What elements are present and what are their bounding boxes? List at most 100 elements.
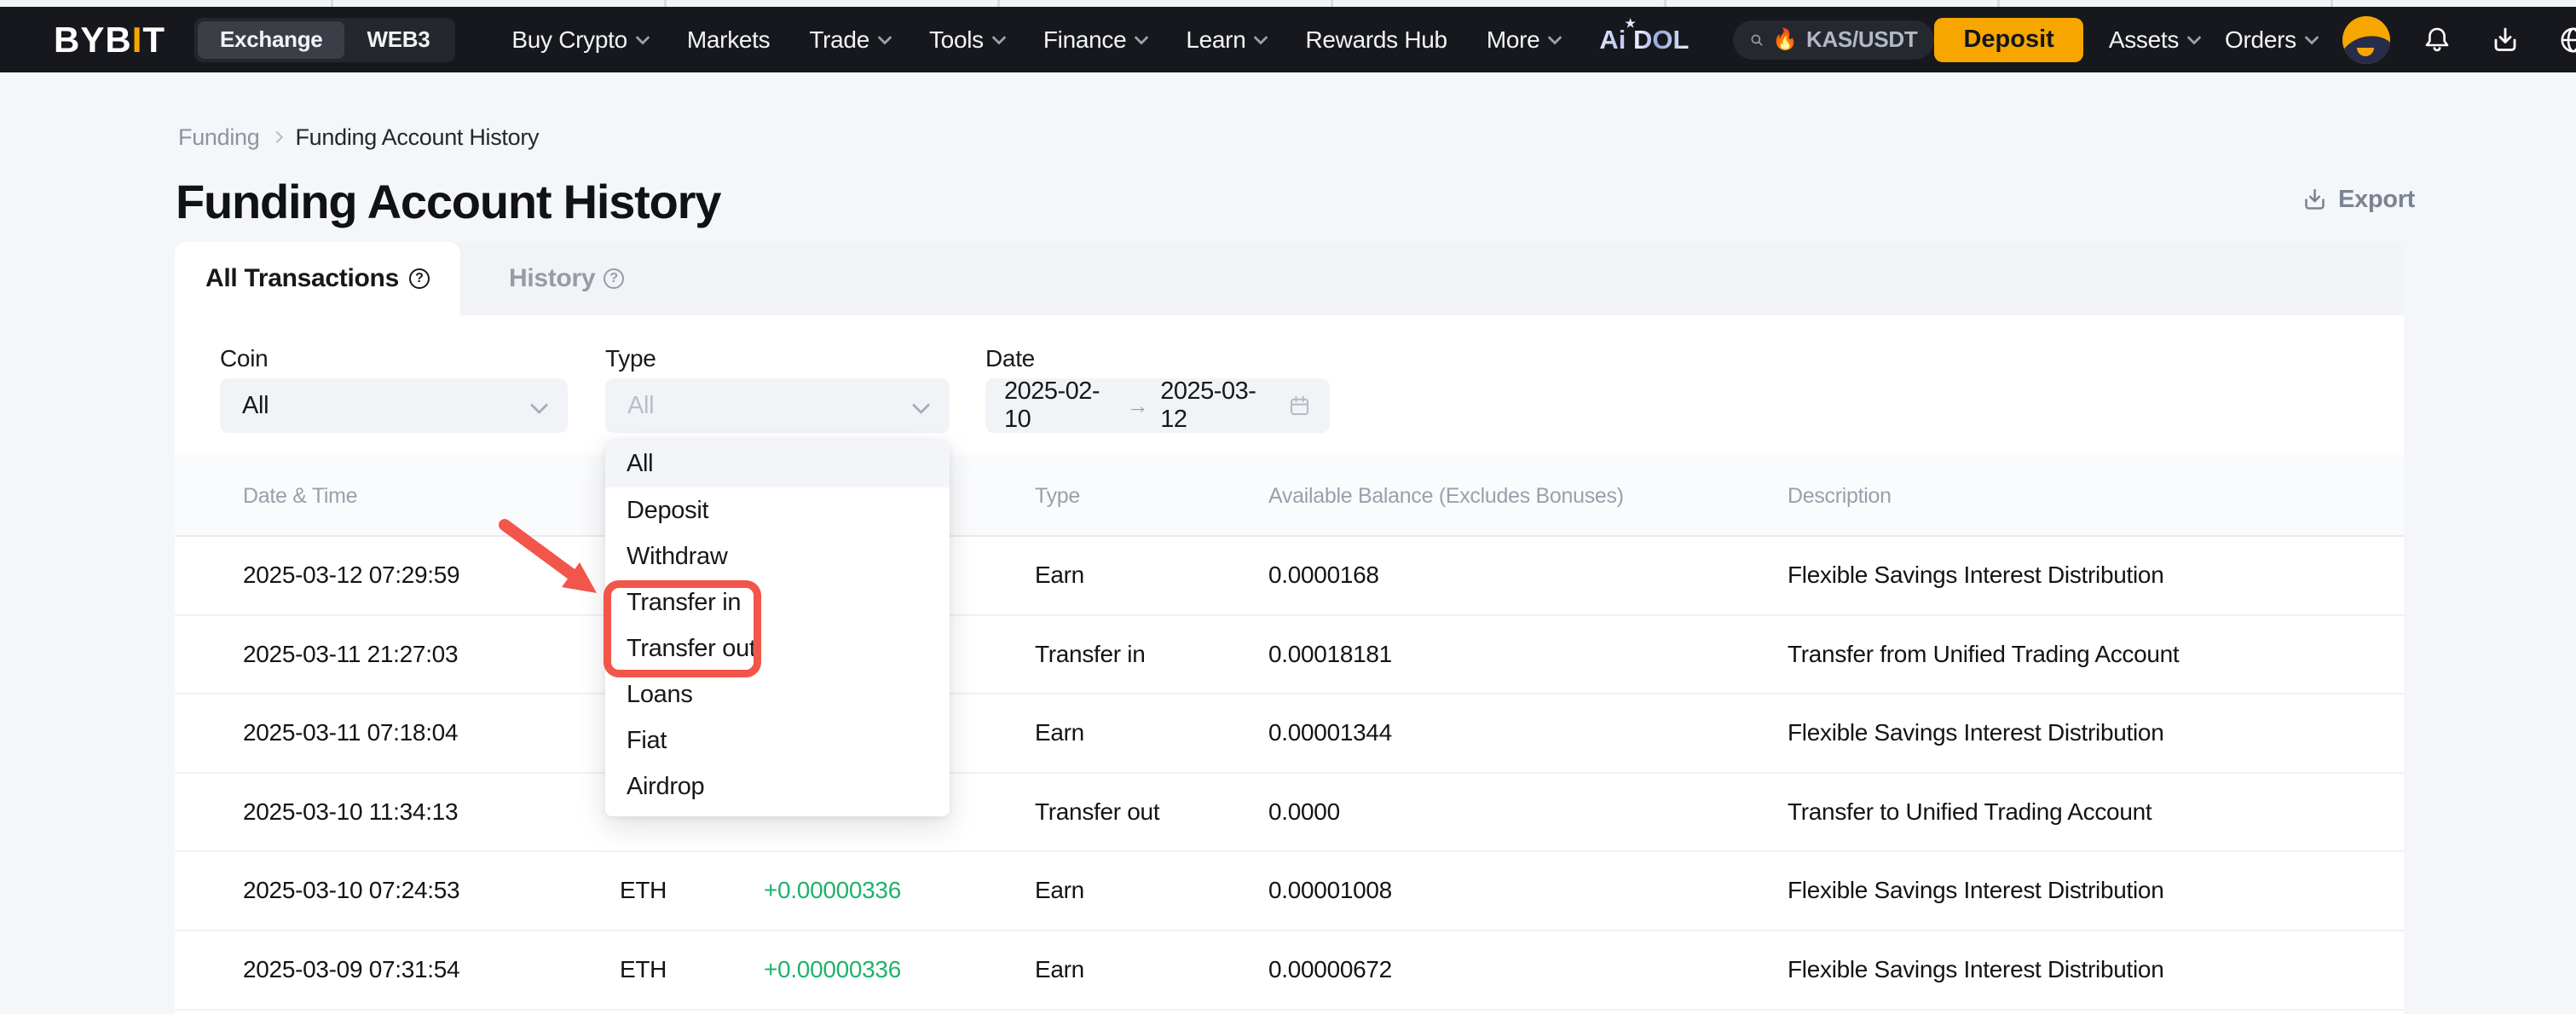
table-row: 2025-03-11 21:27:03Transfer in0.00018181… <box>175 616 2404 695</box>
dropdown-option-transfer-out[interactable]: Transfer out <box>605 625 950 671</box>
dropdown-option-fiat[interactable]: Fiat <box>605 717 950 763</box>
cell-balance: 0.00001008 <box>1268 852 1392 929</box>
fire-icon: 🔥 <box>1772 27 1798 52</box>
search-pair-text: KAS/USDT <box>1806 26 1918 53</box>
cell-type: Earn <box>1035 931 1084 1008</box>
table-header: Date & Time Type Available Balance (Excl… <box>175 455 2404 537</box>
user-avatar[interactable] <box>2342 16 2390 64</box>
col-datetime: Date & Time <box>243 455 357 537</box>
cell-datetime: 2025-03-10 11:34:13 <box>243 774 458 850</box>
col-description: Description <box>1788 455 1892 537</box>
tab-all-transactions[interactable]: All Transactions ? <box>175 242 460 315</box>
nav-item-markets[interactable]: Markets <box>687 26 770 54</box>
downloads-button[interactable] <box>2484 25 2527 55</box>
language-button[interactable] <box>2552 25 2576 55</box>
cell-coin: ETH <box>620 852 667 929</box>
dropdown-option-loans[interactable]: Loans <box>605 671 950 717</box>
table-row: 2025-03-11 07:18:04Earn0.00001344Flexibl… <box>175 694 2404 774</box>
cell-balance: 0.0000168 <box>1268 537 1379 614</box>
cell-balance: 0.0000 <box>1268 774 1340 850</box>
dropdown-option-deposit[interactable]: Deposit <box>605 487 950 533</box>
help-icon[interactable]: ? <box>604 268 624 289</box>
nav-right: Deposit Assets Orders <box>1934 16 2576 64</box>
chevron-down-icon <box>991 30 1006 44</box>
chevron-down-icon <box>2187 30 2202 44</box>
dropdown-option-transfer-in[interactable]: Transfer in <box>605 579 950 625</box>
cell-coin: ETH <box>620 931 667 1008</box>
type-select[interactable]: All <box>605 378 950 433</box>
calendar-icon <box>1288 393 1311 418</box>
nav-menu: Buy Crypto Markets Trade Tools Finance Learn R… <box>511 26 1560 54</box>
cell-type: Earn <box>1035 694 1084 771</box>
cell-type: Transfer out <box>1035 774 1159 850</box>
nav-item-buy-crypto[interactable]: Buy Crypto <box>511 26 648 54</box>
chevron-down-icon <box>1135 30 1149 44</box>
table-rows: 2025-03-12 07:29:59 Earn 0.0000168 Flexible… <box>175 537 2404 1011</box>
toggle-web3[interactable]: WEB3 <box>344 21 452 59</box>
deposit-button[interactable]: Deposit <box>1934 18 2082 62</box>
range-arrow-icon: → <box>1127 393 1149 419</box>
chevron-down-icon <box>877 30 892 44</box>
nav-item-orders[interactable]: Orders <box>2225 26 2317 54</box>
chevron-down-icon <box>912 396 930 414</box>
bell-icon <box>2422 25 2452 55</box>
cell-description: Flexible Savings Interest Distribution <box>1788 931 2163 1008</box>
aidol-logo[interactable]: ★Ai DOL <box>1599 25 1689 55</box>
dropdown-option-withdraw[interactable]: Withdraw <box>605 533 950 579</box>
type-dropdown-menu: AllDepositWithdrawTransfer inTransfer ou… <box>605 440 950 816</box>
chevron-down-icon <box>1548 30 1562 44</box>
nav-item-trade[interactable]: Trade <box>809 26 890 54</box>
cell-balance: 0.00000672 <box>1268 931 1392 1008</box>
notifications-button[interactable] <box>2416 25 2458 55</box>
breadcrumb: Funding Funding Account History <box>178 122 539 153</box>
cell-type: Earn <box>1035 537 1084 614</box>
table-row: 2025-03-10 11:34:13Transfer out0.0000Tra… <box>175 774 2404 853</box>
dropdown-option-airdrop[interactable]: Airdrop <box>605 763 950 809</box>
help-icon[interactable]: ? <box>409 268 430 289</box>
cell-datetime: 2025-03-12 07:29:59 <box>243 537 459 614</box>
export-button[interactable]: Export <box>2302 176 2415 223</box>
cell-amount: +0.00000336 <box>764 852 901 929</box>
cell-description: Flexible Savings Interest Distribution <box>1788 537 2163 614</box>
browser-edge-strip <box>0 0 2576 7</box>
breadcrumb-funding[interactable]: Funding <box>178 124 259 151</box>
date-range-picker[interactable]: 2025-02-10 → 2025-03-12 <box>985 378 1330 433</box>
cell-description: Transfer from Unified Trading Account <box>1788 616 2179 693</box>
star-icon: ★ <box>1625 16 1636 31</box>
cell-amount: +0.00000336 <box>764 931 901 1008</box>
history-card: All Transactions ? History ? Coin Type D… <box>175 242 2404 1014</box>
nav-item-more[interactable]: More <box>1487 26 1561 54</box>
globe-icon <box>2558 25 2576 55</box>
toggle-exchange[interactable]: Exchange <box>198 21 344 59</box>
coin-select[interactable]: All <box>220 378 568 433</box>
type-filter-label: Type <box>605 345 656 372</box>
search-input[interactable]: 🔥 KAS/USDT <box>1733 20 1934 60</box>
chevron-down-icon <box>2304 30 2319 44</box>
col-balance: Available Balance (Excludes Bonuses) <box>1268 455 1624 537</box>
date-from: 2025-02-10 <box>1004 377 1115 434</box>
page-title: Funding Account History <box>176 174 720 229</box>
bybit-logo[interactable]: BYBIT <box>54 20 165 60</box>
table-row: 2025-03-12 07:29:59 Earn 0.0000168 Flexible… <box>175 537 2404 616</box>
col-type: Type <box>1035 455 1080 537</box>
nav-item-finance[interactable]: Finance <box>1043 26 1147 54</box>
nav-item-assets[interactable]: Assets <box>2109 26 2199 54</box>
table-row: 2025-03-10 07:24:53ETH+0.00000336Earn0.0… <box>175 852 2404 931</box>
cell-type: Earn <box>1035 852 1084 929</box>
cell-balance: 0.00018181 <box>1268 616 1392 693</box>
nav-item-learn[interactable]: Learn <box>1186 26 1266 54</box>
search-icon <box>1750 27 1764 53</box>
chevron-down-icon <box>635 30 650 44</box>
tab-strip: All Transactions ? History ? <box>175 242 2404 315</box>
export-icon <box>2302 187 2328 213</box>
dropdown-option-all[interactable]: All <box>605 440 950 487</box>
cell-description: Flexible Savings Interest Distribution <box>1788 694 2163 771</box>
nav-item-tools[interactable]: Tools <box>929 26 1004 54</box>
cell-description: Flexible Savings Interest Distribution <box>1788 852 2163 929</box>
tab-history[interactable]: History ? <box>509 242 624 315</box>
exchange-web3-toggle: ExchangeWEB3 <box>194 18 455 62</box>
cell-type: Transfer in <box>1035 616 1145 693</box>
top-nav: BYBIT ExchangeWEB3 Buy Crypto Markets Trad… <box>0 7 2576 72</box>
download-icon <box>2490 25 2521 55</box>
nav-item-rewards-hub[interactable]: Rewards Hub <box>1305 26 1447 54</box>
